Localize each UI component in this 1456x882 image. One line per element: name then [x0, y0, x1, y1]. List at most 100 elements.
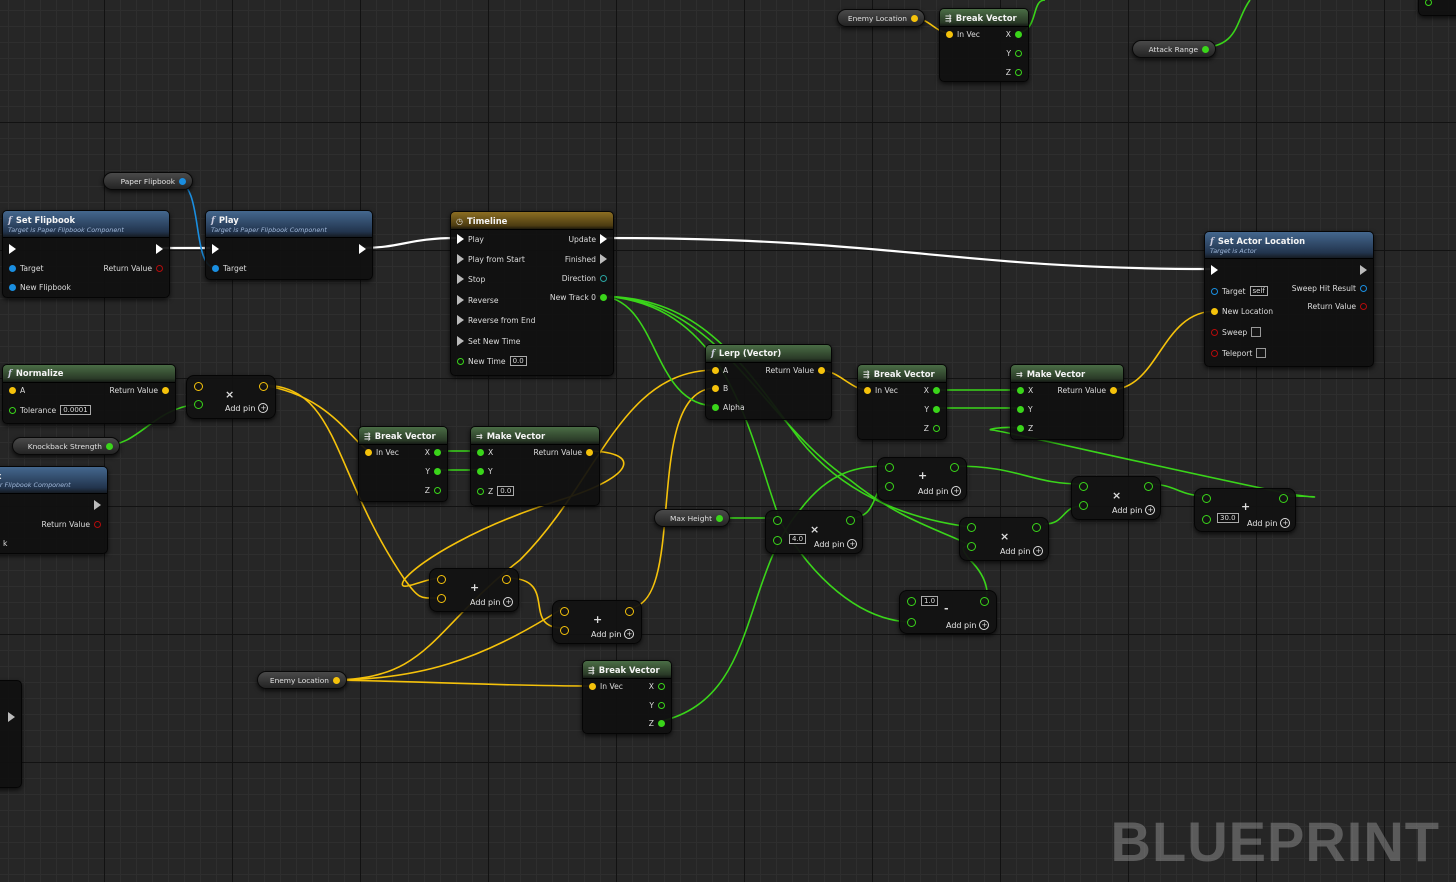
tolerance-input[interactable]: 0.0001: [60, 405, 91, 415]
float-input-pin[interactable]: [885, 463, 894, 472]
return-value-pin[interactable]: [586, 449, 593, 456]
set-new-time-exec-pin[interactable]: [457, 336, 464, 346]
float-output-pin[interactable]: [1279, 494, 1288, 503]
x-input-pin[interactable]: [477, 449, 484, 456]
y-output-pin[interactable]: [933, 406, 940, 413]
reverse-from-end-exec-pin[interactable]: [457, 315, 464, 325]
x-output-pin[interactable]: [658, 683, 665, 690]
subtract-input[interactable]: 1.0: [921, 596, 939, 606]
direction-pin[interactable]: [600, 275, 607, 282]
z-input-pin[interactable]: [477, 487, 484, 495]
add-pin-button[interactable]: Add pin +: [591, 629, 635, 639]
exec-output-pin[interactable]: [359, 244, 366, 254]
update-exec-pin[interactable]: [600, 234, 607, 244]
float-input-pin[interactable]: [967, 542, 976, 551]
alpha-input-pin[interactable]: [712, 404, 719, 411]
float-output-pin[interactable]: [1144, 482, 1153, 491]
y-output-pin[interactable]: [434, 468, 441, 475]
return-value-pin[interactable]: [818, 367, 825, 374]
z-output-pin[interactable]: [1015, 69, 1022, 76]
lerp-vector-node[interactable]: f Lerp (Vector) A B Alpha Return Value: [705, 344, 832, 420]
float-input-pin[interactable]: [1202, 515, 1211, 524]
float-input-pin[interactable]: [773, 536, 782, 545]
sweep-hit-result-pin[interactable]: [1360, 285, 1367, 292]
add-node-4[interactable]: 30.0 + Add pin +: [1194, 488, 1296, 532]
attack-range-variable[interactable]: Attack Range: [1132, 40, 1216, 58]
z-input-pin[interactable]: [1017, 425, 1024, 432]
new-time-pin[interactable]: [457, 357, 464, 365]
add-node-1[interactable]: + Add pin +: [429, 568, 519, 612]
break-vector-node-mid[interactable]: ⇶ Break Vector In Vec X Y Z: [358, 426, 448, 502]
return-value-pin[interactable]: [1110, 387, 1117, 394]
float-input-pin[interactable]: [907, 597, 916, 606]
reverse-exec-pin[interactable]: [457, 295, 464, 305]
break-vector-node-right[interactable]: ⇶ Break Vector In Vec X Y Z: [857, 364, 947, 440]
multiply-node-3[interactable]: × Add pin +: [959, 517, 1049, 561]
y-input-pin[interactable]: [1017, 406, 1024, 413]
z-output-pin[interactable]: [434, 487, 441, 494]
teleport-checkbox[interactable]: [1256, 348, 1267, 358]
make-vector-node-mid[interactable]: ⇉ Make Vector X Y Z 0.0 Return Value: [470, 426, 600, 506]
knockback-strength-variable[interactable]: Knockback Strength: [12, 437, 120, 455]
object-output-pin[interactable]: [179, 177, 186, 185]
float-output-pin[interactable]: [1032, 523, 1041, 532]
new-flipbook-pin[interactable]: [9, 284, 16, 291]
in-vec-pin[interactable]: [365, 449, 372, 456]
break-vector-node-bottom[interactable]: ⇶ Break Vector In Vec X Y Z: [582, 660, 672, 734]
add-pin-button[interactable]: Add pin +: [1112, 505, 1156, 515]
partial-flipbook-node[interactable]: xer Flipbook Component Return Value k: [0, 466, 108, 554]
return-value-pin[interactable]: [1360, 303, 1367, 310]
y-output-pin[interactable]: [1015, 50, 1022, 57]
add-pin-button[interactable]: Add pin +: [470, 597, 514, 607]
float-input-pin[interactable]: [1079, 482, 1088, 491]
float-input-pin[interactable]: [194, 400, 203, 409]
multiply-node-2[interactable]: 4.0 × Add pin +: [765, 510, 863, 554]
add-pin-button[interactable]: Add pin +: [946, 620, 990, 630]
play-exec-pin[interactable]: [457, 234, 464, 244]
float-output-pin[interactable]: [980, 597, 989, 606]
target-pin[interactable]: [1211, 287, 1218, 295]
multiply-node-1[interactable]: × Add pin +: [186, 375, 276, 419]
enemy-location-variable-bottom[interactable]: Enemy Location: [257, 671, 347, 689]
z-input-field[interactable]: 0.0: [497, 486, 515, 496]
float-output-pin[interactable]: [716, 514, 723, 522]
add-pin-button[interactable]: Add pin +: [918, 486, 962, 496]
offscreen-node-left[interactable]: [0, 680, 22, 788]
float-output-pin[interactable]: [846, 516, 855, 525]
vector-output-pin[interactable]: [911, 14, 918, 22]
add-input[interactable]: 30.0: [1217, 513, 1239, 523]
vector-input-pin[interactable]: [437, 594, 446, 603]
x-output-pin[interactable]: [1015, 31, 1022, 38]
vector-output-pin[interactable]: [333, 676, 340, 684]
enemy-location-variable[interactable]: Enemy Location: [837, 9, 925, 27]
float-input-pin[interactable]: [967, 523, 976, 532]
multiply-node-4[interactable]: × Add pin +: [1071, 476, 1161, 520]
exec-output-pin[interactable]: [94, 500, 101, 510]
vector-output-pin[interactable]: [502, 575, 511, 584]
target-pin[interactable]: [9, 265, 16, 272]
vector-output-pin[interactable]: [625, 607, 634, 616]
return-value-pin[interactable]: [94, 521, 101, 528]
float-input-pin[interactable]: [1202, 494, 1211, 503]
input-pin[interactable]: [1425, 0, 1432, 6]
play-node[interactable]: f Play Target is Paper Flipbook Component …: [205, 210, 373, 280]
paper-flipbook-variable[interactable]: Paper Flipbook: [103, 172, 193, 190]
exec-input-pin[interactable]: [212, 244, 219, 254]
tolerance-pin[interactable]: [9, 406, 16, 414]
y-output-pin[interactable]: [658, 702, 665, 709]
vector-input-pin[interactable]: [437, 575, 446, 584]
float-output-pin[interactable]: [1202, 45, 1209, 53]
break-vector-node-top[interactable]: ⇶ Break Vector In Vec X Y Z: [939, 8, 1029, 82]
exec-input-pin[interactable]: [9, 244, 16, 254]
b-input-pin[interactable]: [712, 385, 719, 392]
add-pin-button[interactable]: Add pin +: [225, 403, 269, 413]
return-value-pin[interactable]: [156, 265, 163, 272]
new-location-pin[interactable]: [1211, 308, 1218, 315]
make-vector-node-right[interactable]: ⇉ Make Vector X Y Z Return Value: [1010, 364, 1124, 440]
add-pin-button[interactable]: Add pin +: [1000, 546, 1044, 556]
teleport-pin[interactable]: [1211, 349, 1218, 357]
target-pin[interactable]: [212, 265, 219, 272]
add-node-3[interactable]: + Add pin +: [877, 457, 967, 501]
y-input-pin[interactable]: [477, 468, 484, 475]
in-vec-pin[interactable]: [946, 31, 953, 38]
